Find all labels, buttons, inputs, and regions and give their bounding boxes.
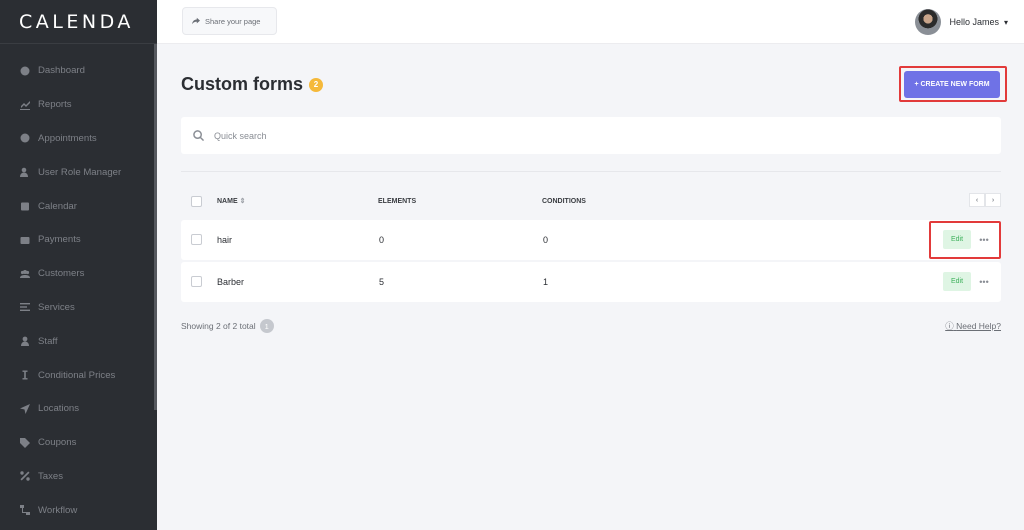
- search-icon: [193, 130, 204, 141]
- sidebar-item-label: Services: [38, 301, 75, 313]
- sidebar-item-label: Taxes: [38, 470, 64, 482]
- sidebar-item-label: Dashboard: [38, 65, 85, 77]
- dashboard-icon: [19, 65, 30, 76]
- forms-count-badge: 2: [309, 77, 324, 92]
- sidebar-item-label: Appointments: [38, 132, 97, 144]
- table-header: NAME ⇕ ELEMENTS CONDITIONS ‹ ›: [181, 191, 1001, 211]
- top-bar: Share your page Hello James ▾: [157, 0, 1024, 44]
- app-logo[interactable]: CALENDA: [0, 0, 157, 44]
- sidebar-item-dashboard[interactable]: Dashboard: [0, 54, 157, 88]
- share-page-button[interactable]: Share your page: [182, 7, 277, 35]
- column-header-name[interactable]: NAME ⇕: [217, 197, 245, 205]
- search-bar: [181, 117, 1001, 154]
- sidebar-item-calendar[interactable]: Calendar: [0, 189, 157, 223]
- share-icon: [192, 17, 200, 25]
- users-icon: [19, 268, 30, 279]
- select-all-checkbox[interactable]: [191, 195, 202, 207]
- sidebar-item-label: Reports: [38, 99, 72, 111]
- cell-elements: 0: [379, 235, 385, 245]
- table-pager: ‹ ›: [969, 193, 1001, 207]
- table-row: hair 0 0 Edit •••: [181, 220, 1001, 260]
- sidebar-item-taxes[interactable]: Taxes: [0, 460, 157, 494]
- table-footer: Showing 2 of 2 total 1 ⓘ Need Help?: [181, 319, 1001, 333]
- user-plus-icon: [19, 167, 30, 178]
- need-help-label: Need Help?: [956, 321, 1001, 331]
- sidebar-item-conditional-prices[interactable]: Conditional Prices: [0, 358, 157, 392]
- workflow-icon: [19, 505, 30, 516]
- need-help-link[interactable]: ⓘ Need Help?: [945, 320, 1001, 332]
- row-checkbox[interactable]: [191, 234, 202, 245]
- page-title-text: Custom forms: [181, 74, 304, 94]
- sidebar-item-label: Calendar: [38, 200, 77, 212]
- chart-icon: [19, 99, 30, 110]
- chevron-down-icon: ▾: [1003, 17, 1008, 27]
- cell-name: Barber: [217, 277, 245, 287]
- cell-name: hair: [217, 235, 233, 245]
- cell-conditions: 0: [543, 235, 549, 245]
- location-arrow-icon: [19, 403, 30, 414]
- sidebar-item-coupons[interactable]: Coupons: [0, 426, 157, 460]
- clock-icon: [19, 133, 30, 144]
- sidebar-item-workflow[interactable]: Workflow: [0, 493, 157, 527]
- page-number-badge[interactable]: 1: [259, 319, 274, 333]
- edit-button[interactable]: Edit: [943, 272, 971, 291]
- showing-count: Showing 2 of 2 total: [181, 321, 256, 331]
- more-options-icon[interactable]: •••: [978, 272, 990, 291]
- sidebar-item-label: Customers: [38, 268, 85, 280]
- avatar: [915, 9, 942, 35]
- cell-elements: 5: [379, 277, 385, 287]
- column-header-elements: ELEMENTS: [378, 197, 417, 205]
- sidebar-item-services[interactable]: Services: [0, 291, 157, 325]
- sidebar: CALENDA Dashboard Reports Appointments U…: [0, 0, 157, 530]
- calendar-icon: [19, 201, 30, 212]
- sidebar-item-label: Conditional Prices: [38, 369, 116, 381]
- sidebar-scrollbar[interactable]: [154, 44, 157, 410]
- edit-button-highlight: [929, 221, 1001, 259]
- create-new-form-button[interactable]: + CREATE NEW FORM: [904, 71, 1000, 98]
- user-greeting: Hello James: [949, 17, 999, 27]
- sidebar-item-payments[interactable]: Payments: [0, 223, 157, 257]
- sidebar-item-label: Payments: [38, 234, 81, 246]
- sidebar-item-label: User Role Manager: [38, 166, 122, 178]
- sidebar-item-label: Coupons: [38, 437, 77, 449]
- tag-icon: [19, 437, 30, 448]
- divider: [181, 171, 1001, 172]
- chevron-right-icon[interactable]: ›: [985, 193, 1001, 207]
- sort-icon: ⇕: [239, 198, 246, 205]
- person-icon: [19, 336, 30, 347]
- sidebar-item-user-role-manager[interactable]: User Role Manager: [0, 155, 157, 189]
- sidebar-item-label: Workflow: [38, 504, 78, 516]
- sidebar-nav: Dashboard Reports Appointments User Role…: [0, 44, 157, 527]
- column-header-name-label: NAME: [217, 198, 238, 205]
- chevron-left-icon[interactable]: ‹: [969, 193, 985, 207]
- sidebar-item-locations[interactable]: Locations: [0, 392, 157, 426]
- sidebar-item-staff[interactable]: Staff: [0, 324, 157, 358]
- list-icon: [19, 302, 30, 313]
- sidebar-item-customers[interactable]: Customers: [0, 257, 157, 291]
- page-title: Custom forms 2: [181, 74, 324, 95]
- sidebar-item-reports[interactable]: Reports: [0, 88, 157, 122]
- sidebar-item-label: Staff: [38, 335, 58, 347]
- column-header-conditions: CONDITIONS: [542, 197, 586, 205]
- share-page-label: Share your page: [205, 16, 261, 26]
- price-icon: [19, 370, 30, 381]
- wallet-icon: [19, 234, 30, 245]
- sidebar-item-label: Locations: [38, 403, 80, 415]
- help-icon: ⓘ: [945, 321, 954, 331]
- sidebar-item-appointments[interactable]: Appointments: [0, 122, 157, 156]
- cell-conditions: 1: [543, 277, 549, 287]
- table-row: Barber 5 1 Edit •••: [181, 262, 1001, 302]
- row-checkbox[interactable]: [191, 276, 202, 287]
- search-input[interactable]: [214, 130, 714, 141]
- user-menu[interactable]: Hello James ▾: [915, 9, 1008, 35]
- percent-icon: [19, 471, 30, 482]
